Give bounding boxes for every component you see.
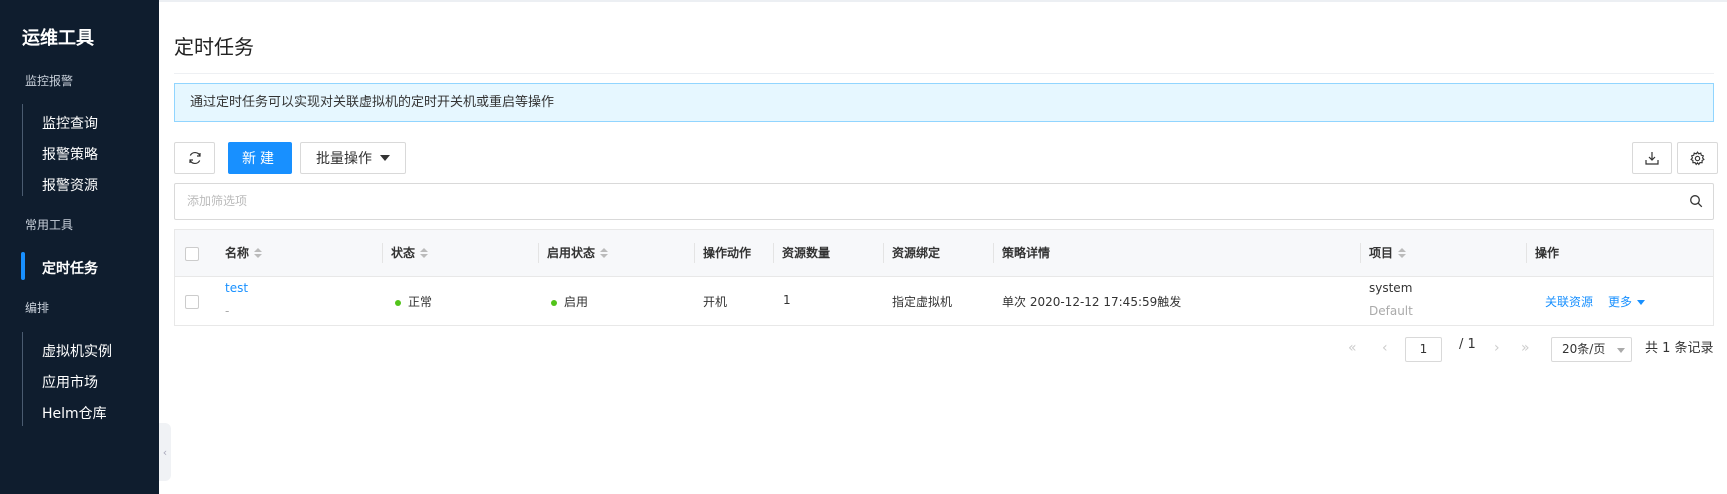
page-size-value: 20条/页: [1562, 342, 1606, 356]
enabled-text: 启用: [564, 295, 589, 309]
sort-icon: [1398, 248, 1407, 259]
enabled-cell: 启用: [551, 293, 588, 310]
column-divider: [883, 243, 884, 263]
column-header-operations: 操作: [1535, 246, 1560, 260]
detail-cell: 单次 2020-12-12 17:45:59触发: [1002, 295, 1182, 309]
link-resource-button[interactable]: 关联资源: [1545, 293, 1593, 310]
column-divider: [382, 243, 383, 263]
column-divider: [1526, 243, 1527, 263]
column-header-binding: 资源绑定: [892, 246, 941, 260]
download-icon: [1645, 152, 1659, 165]
top-divider: [159, 0, 1727, 2]
sidebar-item-vm-instances[interactable]: 虚拟机实例: [42, 341, 112, 361]
nav-divider: [22, 332, 23, 426]
page-number-input[interactable]: 1: [1405, 337, 1442, 362]
action-cell: 开机: [703, 295, 728, 309]
column-divider: [993, 243, 994, 263]
settings-button[interactable]: [1677, 142, 1718, 174]
column-label: 状态: [391, 246, 416, 260]
resource-count-cell: 1: [783, 293, 791, 307]
task-name-link[interactable]: test: [225, 281, 248, 295]
sidebar-item-scheduled-tasks[interactable]: 定时任务: [42, 258, 98, 278]
column-divider: [1360, 243, 1361, 263]
column-divider: [694, 243, 695, 263]
new-button[interactable]: 新建: [228, 142, 292, 174]
column-header-status[interactable]: 状态: [391, 230, 429, 276]
column-header-enabled[interactable]: 启用状态: [547, 230, 609, 276]
refresh-button[interactable]: [174, 142, 215, 174]
active-indicator: [21, 252, 25, 280]
batch-actions-label: 批量操作: [316, 151, 372, 167]
gear-icon: [1690, 150, 1705, 165]
column-label: 启用状态: [547, 246, 596, 260]
column-header-resource-count: 资源数量: [782, 246, 831, 260]
caret-down-icon: [380, 155, 390, 161]
task-table: 名称 状态 启用状态 操作动作 资源数量 资源绑定 策略详情 项目 操作 tes…: [174, 229, 1714, 326]
sort-icon: [600, 248, 609, 259]
sidebar-item-app-market[interactable]: 应用市场: [42, 372, 98, 392]
status-cell: 正常: [395, 293, 432, 310]
next-page-icon[interactable]: ›: [1494, 340, 1500, 356]
info-notice: 通过定时任务可以实现对关联虚拟机的定时开关机或重启等操作: [174, 83, 1714, 122]
column-header-action: 操作动作: [703, 246, 752, 260]
sidebar-group-tools: 常用工具: [25, 218, 74, 232]
column-label: 项目: [1369, 246, 1394, 260]
search-icon[interactable]: [1689, 194, 1703, 208]
binding-cell: 指定虚拟机: [892, 295, 953, 309]
nav-divider: [22, 104, 23, 196]
total-records: 共 1 条记录: [1645, 341, 1714, 356]
sidebar-item-alert-policy[interactable]: 报警策略: [42, 144, 98, 164]
sidebar-group-orchestration: 编排: [25, 301, 50, 315]
column-header-name[interactable]: 名称: [225, 230, 263, 276]
more-dropdown[interactable]: 更多: [1608, 293, 1646, 310]
column-header-detail: 策略详情: [1002, 246, 1051, 260]
project-cell: system: [1369, 281, 1413, 295]
sidebar-group-monitoring: 监控报警: [25, 74, 74, 88]
status-dot-icon: [395, 299, 401, 306]
prev-page-icon[interactable]: ‹: [1382, 340, 1388, 356]
sidebar-item-monitor-query[interactable]: 监控查询: [42, 113, 98, 133]
batch-actions-dropdown[interactable]: 批量操作: [300, 142, 406, 174]
task-description: -: [225, 304, 230, 318]
status-dot-icon: [551, 299, 557, 306]
column-header-project[interactable]: 项目: [1369, 230, 1407, 276]
refresh-icon: [188, 152, 201, 164]
sidebar-item-alert-resource[interactable]: 报警资源: [42, 175, 98, 195]
filter-placeholder: 添加筛选项: [187, 194, 248, 208]
total-pages: / 1: [1459, 337, 1476, 352]
sort-icon: [254, 248, 263, 259]
table-header: 名称 状态 启用状态 操作动作 资源数量 资源绑定 策略详情 项目 操作: [175, 230, 1713, 277]
select-all-checkbox[interactable]: [185, 247, 199, 261]
caret-down-icon: [1637, 300, 1646, 305]
column-label: 名称: [225, 246, 250, 260]
title-divider: [174, 73, 1714, 74]
more-label: 更多: [1608, 295, 1633, 309]
main-content: 定时任务 通过定时任务可以实现对关联虚拟机的定时开关机或重启等操作 新建 批量操…: [159, 0, 1727, 494]
last-page-icon[interactable]: »: [1521, 340, 1530, 356]
filter-input[interactable]: 添加筛选项: [174, 183, 1714, 220]
domain-cell: Default: [1369, 304, 1413, 318]
sidebar-item-helm-repo[interactable]: Helm仓库: [42, 403, 107, 423]
chevron-down-icon: [1617, 348, 1625, 353]
app-title: 运维工具: [22, 28, 94, 49]
status-text: 正常: [408, 295, 433, 309]
column-divider: [773, 243, 774, 263]
download-button[interactable]: [1632, 142, 1672, 174]
page-size-select[interactable]: 20条/页: [1551, 337, 1632, 362]
column-divider: [538, 243, 539, 263]
sidebar: 运维工具 监控报警 监控查询 报警策略 报警资源 常用工具 定时任务 编排 虚拟…: [0, 0, 159, 494]
sort-icon: [420, 248, 429, 259]
first-page-icon[interactable]: «: [1348, 340, 1357, 356]
row-checkbox[interactable]: [185, 295, 199, 309]
page-title: 定时任务: [174, 35, 254, 59]
